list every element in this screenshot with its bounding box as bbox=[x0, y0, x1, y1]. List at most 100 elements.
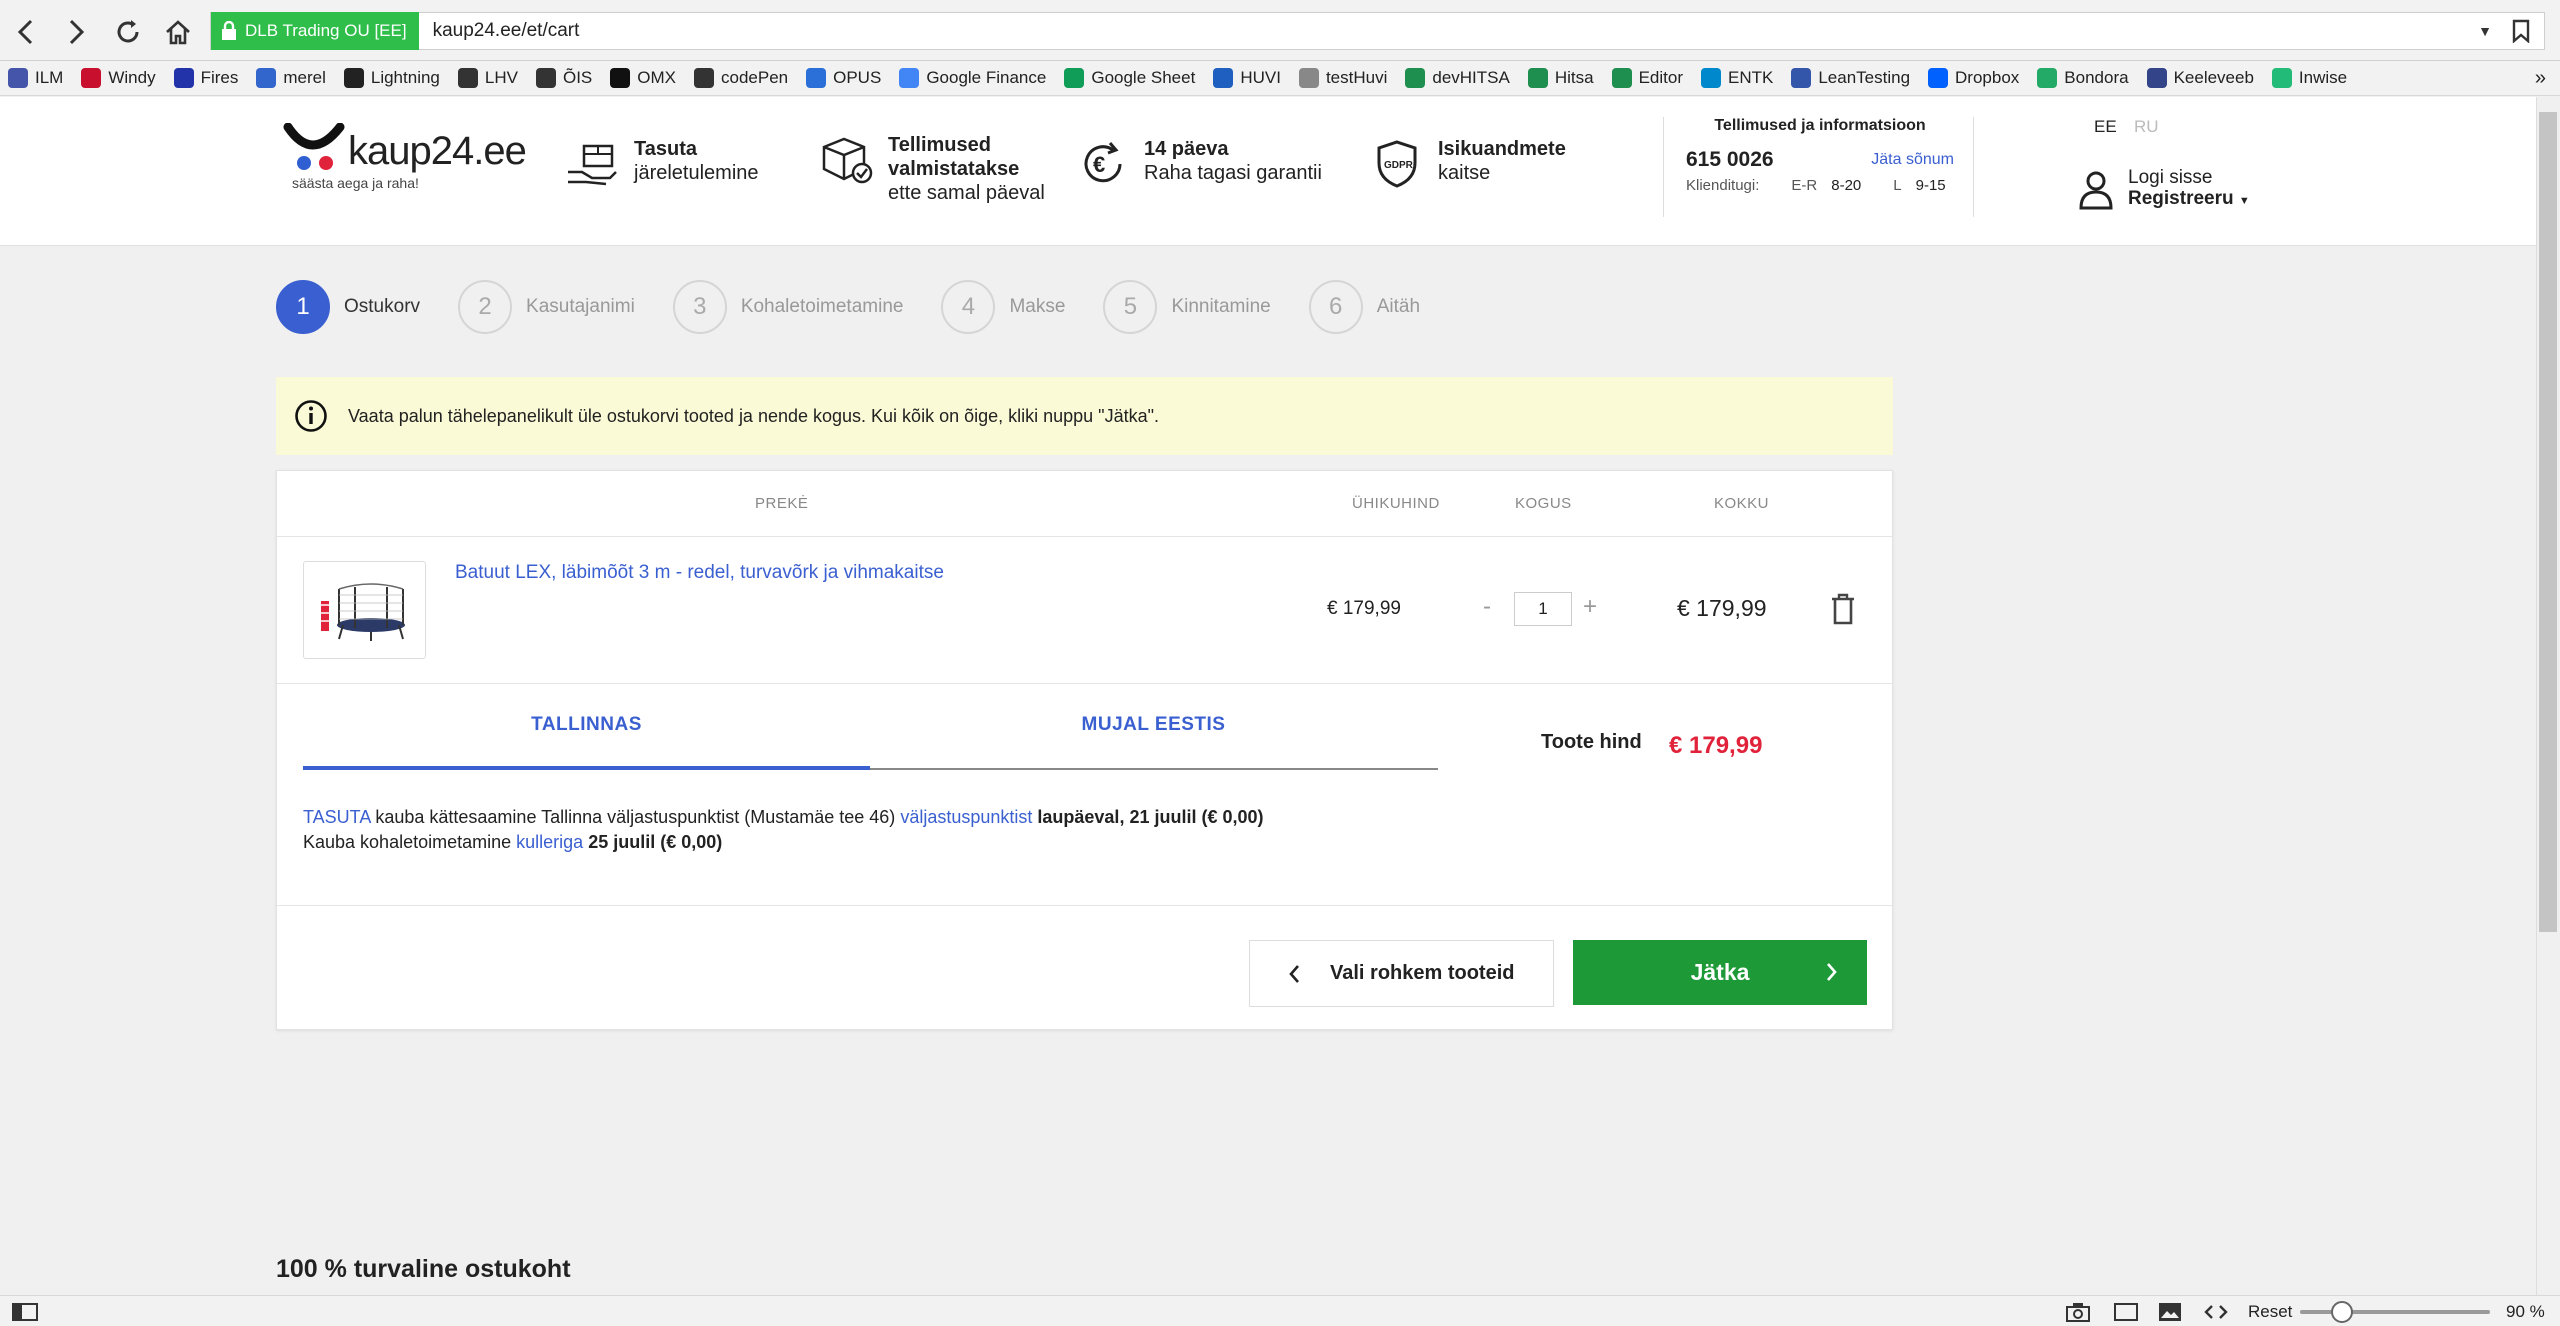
browser-status-bar: Reset 90 % bbox=[0, 1295, 2560, 1326]
bookmark-item[interactable]: Hitsa bbox=[1527, 68, 1594, 88]
bookmark-favicon-icon bbox=[806, 68, 827, 88]
bookmark-item[interactable]: Windy bbox=[81, 68, 156, 88]
code-icon[interactable] bbox=[2204, 1304, 2228, 1320]
qty-increase-button[interactable]: + bbox=[1583, 593, 1597, 621]
zoom-slider-knob[interactable] bbox=[2331, 1301, 2354, 1323]
bookmark-item[interactable]: Editor bbox=[1611, 68, 1683, 88]
bookmark-item[interactable]: LHV bbox=[457, 68, 518, 88]
bookmark-item[interactable]: Google Sheet bbox=[1064, 68, 1195, 88]
bookmark-label: Lightning bbox=[370, 68, 440, 87]
bookmark-item[interactable]: codePen bbox=[694, 68, 788, 88]
bookmark-item[interactable]: Dropbox bbox=[1928, 68, 2019, 88]
tab-tallinnas[interactable]: TALLINNAS bbox=[303, 714, 870, 758]
bookmark-label: LHV bbox=[484, 68, 518, 87]
bookmark-favicon-icon bbox=[1791, 68, 1812, 88]
bookmark-label: ILM bbox=[35, 68, 64, 87]
pickup-points-link[interactable]: väljastuspunktist bbox=[900, 807, 1032, 827]
zoom-reset-button[interactable]: Reset bbox=[2248, 1302, 2292, 1322]
product-name-link[interactable]: Batuut LEX, läbimõõt 3 m - redel, turvav… bbox=[455, 562, 944, 584]
bookmark-item[interactable]: Bondora bbox=[2037, 68, 2129, 88]
forward-icon[interactable] bbox=[56, 12, 96, 52]
bookmark-item[interactable]: Google Finance bbox=[899, 68, 1046, 88]
phone-number[interactable]: 615 0026 bbox=[1686, 148, 1774, 172]
bookmark-label: codePen bbox=[721, 68, 789, 87]
bookmark-item[interactable]: Lightning bbox=[343, 68, 440, 88]
checkout-step[interactable]: 1 Ostukorv bbox=[276, 280, 420, 334]
info-title: Tellimused ja informatsioon bbox=[1714, 117, 1926, 134]
url-text[interactable]: kaup24.ee/et/cart bbox=[433, 20, 580, 42]
return-box-icon bbox=[566, 137, 620, 191]
weekday-hours: 8-20 bbox=[1831, 177, 1862, 194]
camera-icon[interactable] bbox=[2066, 1302, 2090, 1322]
site-logo[interactable]: kaup24.ee säästa aega ja raha! bbox=[282, 123, 527, 193]
divider bbox=[277, 536, 1894, 537]
bookmark-item[interactable]: ILM bbox=[8, 68, 63, 88]
bookmark-favicon-icon bbox=[173, 68, 194, 88]
bookmark-item[interactable]: OPUS bbox=[806, 68, 881, 88]
qty-decrease-button[interactable]: - bbox=[1483, 593, 1491, 621]
continue-shopping-label: Vali rohkem tooteid bbox=[1330, 962, 1515, 984]
bookmark-item[interactable]: merel bbox=[256, 68, 326, 88]
divider bbox=[277, 683, 1894, 684]
scrollbar-thumb[interactable] bbox=[2539, 112, 2557, 932]
bookmark-item[interactable]: Keeleveeb bbox=[2146, 68, 2254, 88]
bookmark-label: Editor bbox=[1638, 68, 1683, 87]
hours-label: Klienditugi: bbox=[1686, 177, 1760, 194]
support-hours: Klienditugi: E-R 8-20 L 9-15 bbox=[1686, 177, 1954, 194]
checkout-continue-button[interactable]: Jätka bbox=[1573, 940, 1867, 1005]
bookmark-item[interactable]: HUVI bbox=[1213, 68, 1281, 88]
bookmark-item[interactable]: Fires bbox=[173, 68, 238, 88]
bookmark-item[interactable]: LeanTesting bbox=[1791, 68, 1910, 88]
bookmark-favicon-icon bbox=[1213, 68, 1234, 88]
login-link[interactable]: Logi sisse bbox=[2128, 167, 2250, 188]
back-icon[interactable] bbox=[6, 12, 46, 52]
step-number: 1 bbox=[276, 280, 330, 334]
lang-ru[interactable]: RU bbox=[2134, 117, 2159, 137]
account-menu[interactable]: Logi sisse Registreeru ▼ bbox=[2078, 167, 2250, 212]
checkout-step: 2 Kasutajanimi bbox=[458, 280, 635, 334]
bookmark-item[interactable]: ÕIS bbox=[535, 68, 593, 88]
tab-mujal-eestis[interactable]: MUJAL EESTIS bbox=[870, 714, 1437, 758]
col-unit-price: ÜHIKUHIND bbox=[1352, 495, 1440, 512]
address-bar[interactable]: DLB Trading OU [EE] kaup24.ee/et/cart ▼ bbox=[210, 12, 2545, 50]
bookmark-item[interactable]: Inwise bbox=[2271, 68, 2347, 88]
bookmark-label: ÕIS bbox=[562, 68, 593, 87]
zoom-slider[interactable] bbox=[2300, 1310, 2490, 1314]
bookmark-label: Google Sheet bbox=[1091, 68, 1196, 87]
courier-link[interactable]: kulleriga bbox=[516, 832, 583, 852]
product-thumbnail[interactable] bbox=[303, 561, 426, 659]
image-icon[interactable] bbox=[2158, 1302, 2182, 1322]
register-dropdown[interactable]: Registreeru ▼ bbox=[2128, 188, 2250, 212]
lock-icon bbox=[222, 21, 236, 40]
delivery-text: kauba kättesaamine Tallinna väljastuspun… bbox=[370, 807, 901, 827]
bookmark-favicon-icon bbox=[899, 68, 920, 88]
bookmark-icon[interactable] bbox=[2512, 19, 2530, 43]
home-icon[interactable] bbox=[158, 12, 198, 52]
checkout-step: 5 Kinnitamine bbox=[1103, 280, 1271, 334]
bookmark-item[interactable]: devHITSA bbox=[1405, 68, 1510, 88]
bookmark-label: Bondora bbox=[2064, 68, 2129, 87]
lang-ee[interactable]: EE bbox=[2094, 117, 2117, 137]
feature-text: kaitse bbox=[1438, 162, 1491, 184]
free-link[interactable]: TASUTA bbox=[303, 807, 370, 827]
url-dropdown-icon[interactable]: ▼ bbox=[2478, 23, 2492, 39]
site-security-badge[interactable]: DLB Trading OU [EE] bbox=[211, 12, 419, 50]
feature-same-day: Tellimused valmistatakse ette samal päeva… bbox=[820, 133, 1048, 205]
bookmark-item[interactable]: ENTK bbox=[1701, 68, 1773, 88]
col-quantity: KOGUS bbox=[1515, 495, 1572, 512]
feature-bold: Tellimused valmistatakse bbox=[888, 134, 1020, 180]
reload-icon[interactable] bbox=[108, 12, 148, 52]
bookmark-item[interactable]: testHuvi bbox=[1298, 68, 1387, 88]
gdpr-shield-icon: GDPR bbox=[1370, 137, 1424, 191]
saturday-label: L bbox=[1893, 177, 1902, 194]
window-icon[interactable] bbox=[2114, 1303, 2138, 1321]
bookmark-item[interactable]: OMX bbox=[610, 68, 676, 88]
leave-message-link[interactable]: Jäta sõnum bbox=[1871, 151, 1954, 169]
quantity-input[interactable] bbox=[1514, 592, 1572, 626]
bookmarks-overflow-icon[interactable]: » bbox=[2535, 67, 2546, 90]
trash-icon[interactable] bbox=[1829, 593, 1857, 625]
continue-shopping-button[interactable]: Vali rohkem tooteid bbox=[1249, 940, 1554, 1007]
panel-toggle-icon[interactable] bbox=[12, 1303, 38, 1321]
step-label: Makse bbox=[1009, 296, 1066, 317]
step-number: 4 bbox=[941, 280, 996, 334]
